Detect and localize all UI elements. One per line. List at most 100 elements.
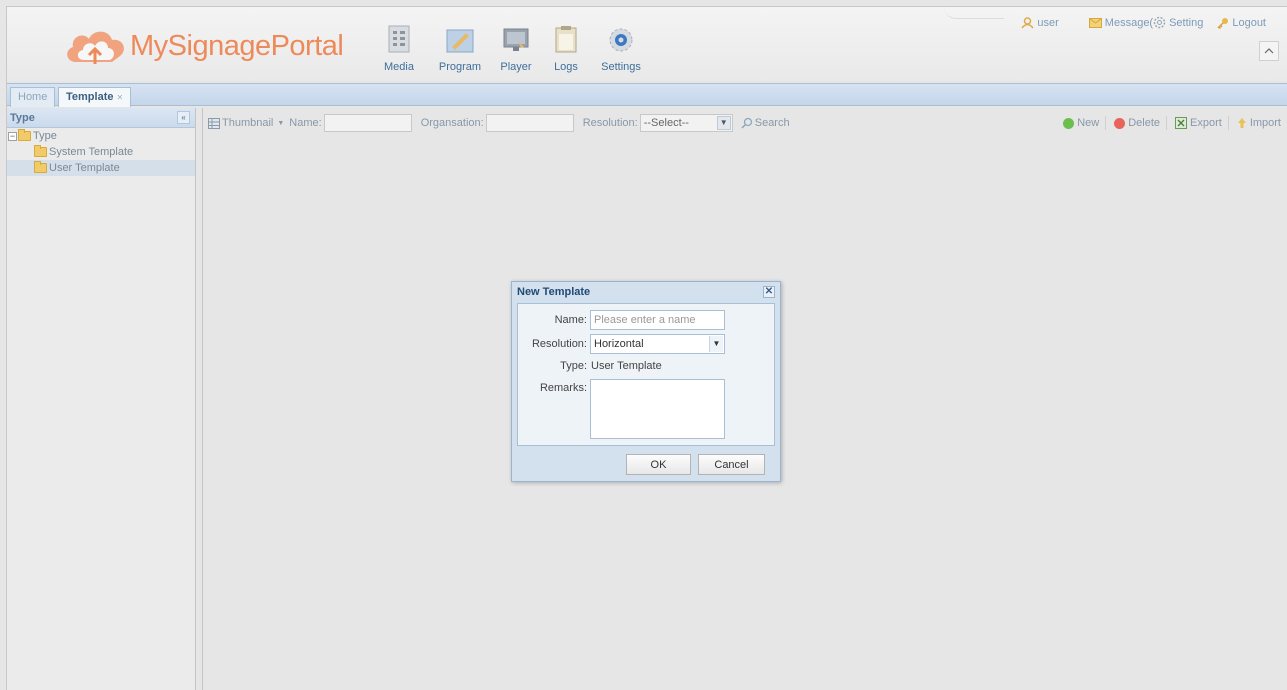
- new-label: New: [1077, 117, 1100, 129]
- tree-node-label: User Template: [49, 162, 120, 174]
- name-filter-input[interactable]: [323, 114, 412, 132]
- search-icon: [741, 117, 752, 129]
- toolbar-separator: [1227, 116, 1229, 130]
- remarks-textarea[interactable]: [590, 379, 725, 439]
- user-label: user: [1037, 16, 1059, 29]
- tree-node-root[interactable]: − Type: [7, 128, 195, 144]
- delete-label: Delete: [1128, 117, 1161, 129]
- import-label: Import: [1249, 117, 1281, 129]
- resolution-filter-select[interactable]: --Select-- ▼: [639, 114, 733, 132]
- tree-node-label: System Template: [49, 146, 134, 158]
- view-menu-button[interactable]: Thumbnail ▼: [208, 117, 289, 129]
- collapse-header-button[interactable]: [1259, 41, 1279, 61]
- key-icon: [1217, 17, 1229, 29]
- name-row: Name:: [518, 310, 725, 330]
- folder-icon: [34, 145, 47, 157]
- cancel-button[interactable]: Cancel: [698, 454, 765, 475]
- type-value: User Template: [591, 360, 662, 372]
- logout-link[interactable]: Logout: [1217, 17, 1266, 29]
- close-icon[interactable]: ✕: [763, 286, 775, 298]
- chevron-up-icon: [1264, 48, 1274, 54]
- type-panel-header: Type «: [7, 108, 195, 128]
- panel-splitter[interactable]: [197, 108, 203, 690]
- search-button[interactable]: Search: [741, 117, 790, 129]
- dialog-body: Name: Resolution: Horizontal ▼ Type: Use…: [517, 303, 775, 446]
- tab-template[interactable]: Template ✕: [58, 87, 132, 107]
- nav-player-label: Player: [500, 61, 532, 73]
- logout-label: Logout: [1232, 16, 1266, 29]
- header-curve: [944, 7, 1004, 19]
- media-icon: [388, 25, 410, 53]
- main-nav: Media Program Player Logs Settings: [369, 23, 651, 73]
- remarks-label: Remarks:: [539, 382, 587, 394]
- gear-icon: [1153, 16, 1166, 29]
- player-icon: [503, 28, 529, 51]
- resolution-label: Resolution:: [531, 338, 587, 350]
- dialog-title: New Template: [517, 286, 591, 298]
- tree-root-label: Type: [33, 130, 57, 142]
- export-label: Export: [1190, 117, 1222, 129]
- tab-home-label: Home: [18, 91, 48, 103]
- logo-text: MySignagePortal: [130, 29, 344, 62]
- dialog-titlebar[interactable]: New Template ✕: [512, 282, 780, 302]
- export-button[interactable]: Export: [1175, 117, 1222, 129]
- add-icon: [1063, 117, 1075, 129]
- user-link[interactable]: user: [1021, 16, 1059, 29]
- folder-icon: [18, 129, 31, 141]
- nav-logs-label: Logs: [554, 61, 578, 73]
- name-label: Name:: [554, 314, 587, 326]
- nav-media[interactable]: Media: [369, 23, 429, 73]
- setting-label: Setting: [1169, 16, 1204, 29]
- dropdown-arrow-icon: ▼: [716, 116, 731, 130]
- delete-button[interactable]: Delete: [1114, 117, 1160, 129]
- export-icon: [1175, 117, 1188, 129]
- logo: MySignagePortal: [62, 26, 344, 66]
- nav-program-label: Program: [438, 61, 482, 73]
- nav-settings[interactable]: Settings: [591, 23, 651, 73]
- user-icon: [1021, 16, 1034, 29]
- new-template-dialog: New Template ✕ Name: Resolution: Horizon…: [511, 281, 781, 482]
- close-tab-icon[interactable]: ✕: [116, 93, 123, 102]
- resolution-value: Horizontal: [594, 338, 644, 350]
- nav-logs[interactable]: Logs: [541, 23, 591, 73]
- collapse-panel-icon[interactable]: «: [177, 111, 190, 124]
- delete-icon: [1114, 117, 1126, 129]
- ok-button[interactable]: OK: [626, 454, 691, 475]
- caret-down-icon: ▼: [277, 119, 285, 127]
- resolution-filter-value: --Select--: [643, 117, 689, 129]
- nav-media-label: Media: [384, 61, 414, 73]
- toolbar-separator: [1166, 116, 1168, 130]
- resolution-filter-label: Resolution:: [582, 117, 638, 129]
- program-icon: [446, 29, 474, 53]
- tree-collapse-icon[interactable]: −: [8, 131, 17, 141]
- resolution-row: Resolution: Horizontal ▼: [518, 334, 725, 354]
- organisation-filter-input[interactable]: [485, 114, 574, 132]
- search-label: Search: [754, 117, 790, 129]
- settings-icon: [609, 28, 633, 52]
- name-filter-label: Name:: [289, 117, 322, 129]
- template-name-input[interactable]: [590, 310, 725, 330]
- top-links: user Message( Setting Logout: [1007, 16, 1266, 29]
- nav-settings-label: Settings: [601, 61, 641, 73]
- resolution-select[interactable]: Horizontal ▼: [590, 334, 725, 354]
- tree-node-system-template[interactable]: System Template: [7, 144, 195, 160]
- message-link[interactable]: Message(: [1088, 17, 1153, 29]
- nav-player[interactable]: Player: [491, 23, 541, 73]
- import-icon: [1237, 118, 1246, 128]
- main-toolbar: Thumbnail ▼ Name: Organsation: Resolutio…: [204, 112, 1287, 134]
- organisation-filter-label: Organsation:: [420, 117, 484, 129]
- type-row: Type: User Template: [518, 360, 662, 372]
- thumbnail-icon: [208, 117, 220, 129]
- tab-home[interactable]: Home: [10, 87, 56, 107]
- type-panel: Type « − Type System Template User Templ…: [7, 108, 196, 690]
- new-button[interactable]: New: [1063, 117, 1099, 129]
- folder-icon: [34, 161, 47, 173]
- type-tree: − Type System Template User Template: [7, 128, 195, 176]
- tree-node-user-template[interactable]: User Template: [7, 160, 195, 176]
- header: MySignagePortal Media Program Player Log…: [7, 7, 1287, 81]
- import-button[interactable]: Import: [1237, 117, 1281, 129]
- type-label: Type:: [560, 360, 587, 372]
- nav-program[interactable]: Program: [429, 23, 491, 73]
- setting-link[interactable]: Setting: [1153, 16, 1203, 29]
- toolbar-actions: New Delete Export Import: [1055, 112, 1281, 134]
